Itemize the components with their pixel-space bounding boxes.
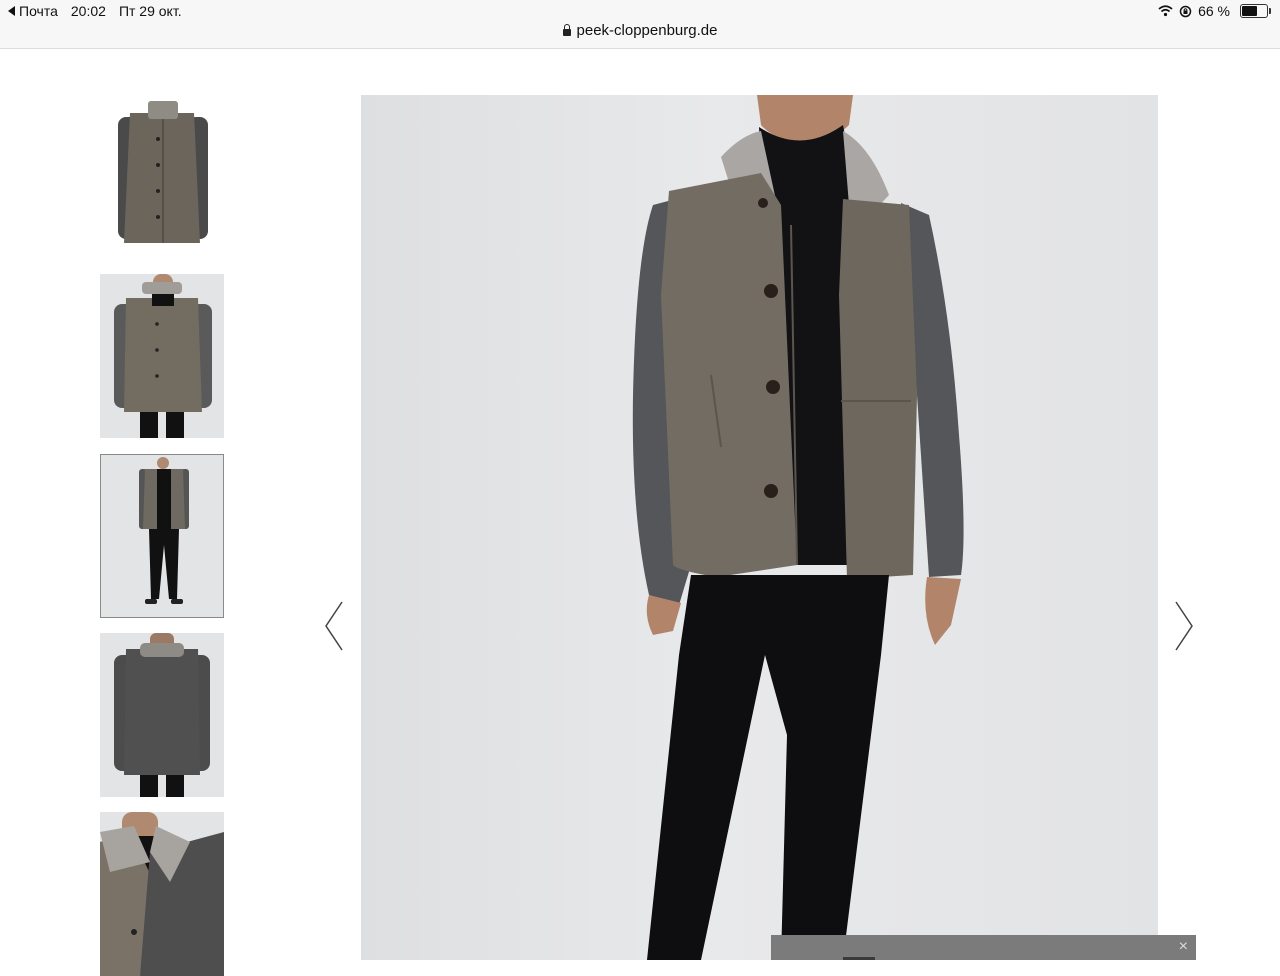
thumbnail-4[interactable]	[100, 633, 224, 797]
back-app-label: Почта	[19, 3, 58, 19]
status-right: 66 %	[1158, 3, 1271, 19]
thumbnail-2[interactable]	[100, 274, 224, 438]
browser-status-bar: Почта 20:02 Пт 29 окт. 66 % peek-cloppen…	[0, 0, 1280, 49]
lock-icon	[562, 23, 571, 36]
thumbnail-5[interactable]	[100, 812, 224, 976]
chevron-right-icon	[1175, 601, 1193, 651]
battery-level	[1242, 6, 1257, 16]
url-text: peek-cloppenburg.de	[576, 22, 718, 39]
thumbnail-1[interactable]	[100, 95, 224, 259]
bottom-banner: ×	[771, 935, 1196, 960]
date: Пт 29 окт.	[118, 3, 182, 19]
close-icon[interactable]: ×	[1179, 939, 1188, 955]
orientation-lock-icon	[1179, 5, 1192, 17]
chevron-left-icon	[325, 601, 343, 651]
next-image-button[interactable]	[1172, 600, 1196, 652]
battery-icon	[1240, 4, 1271, 18]
status-left: Почта 20:02 Пт 29 окт.	[8, 3, 182, 19]
thumbnail-3[interactable]	[100, 454, 224, 618]
back-to-app-link[interactable]: Почта	[8, 3, 58, 19]
wifi-icon	[1158, 5, 1173, 17]
clock: 20:02	[70, 3, 106, 19]
previous-image-button[interactable]	[322, 600, 346, 652]
battery-percent: 66 %	[1198, 3, 1230, 19]
main-product-image[interactable]	[361, 95, 1158, 960]
back-triangle-icon	[8, 6, 15, 16]
address-bar[interactable]: peek-cloppenburg.de	[0, 22, 1280, 39]
